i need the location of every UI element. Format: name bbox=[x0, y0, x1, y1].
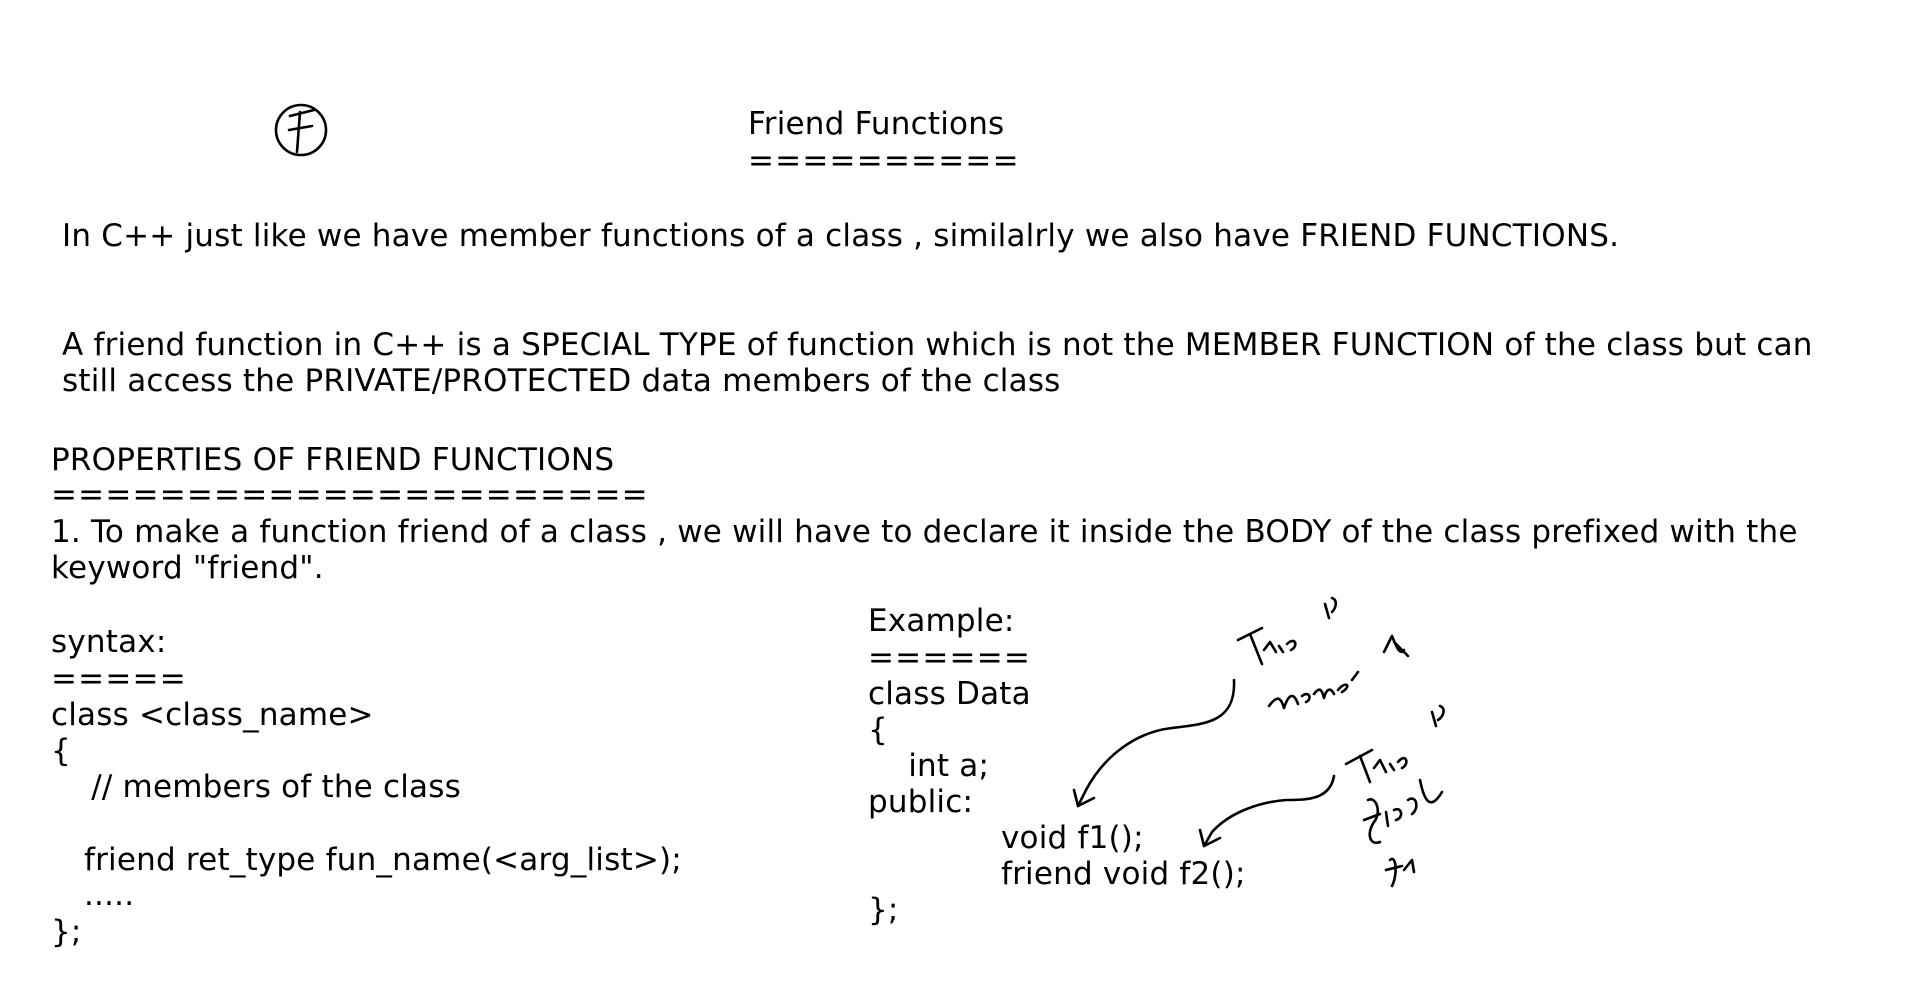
note-page: Friend Functions ========== In C++ just … bbox=[0, 0, 1920, 991]
handwritten-annotations bbox=[274, 103, 1445, 888]
arrow-to-f2 bbox=[1198, 774, 1336, 848]
circled-f-mark bbox=[274, 103, 328, 157]
note-member-fn-handwriting bbox=[1236, 596, 1410, 710]
note-friend-fn-handwriting bbox=[1344, 704, 1445, 888]
arrow-to-f1 bbox=[1072, 678, 1236, 808]
